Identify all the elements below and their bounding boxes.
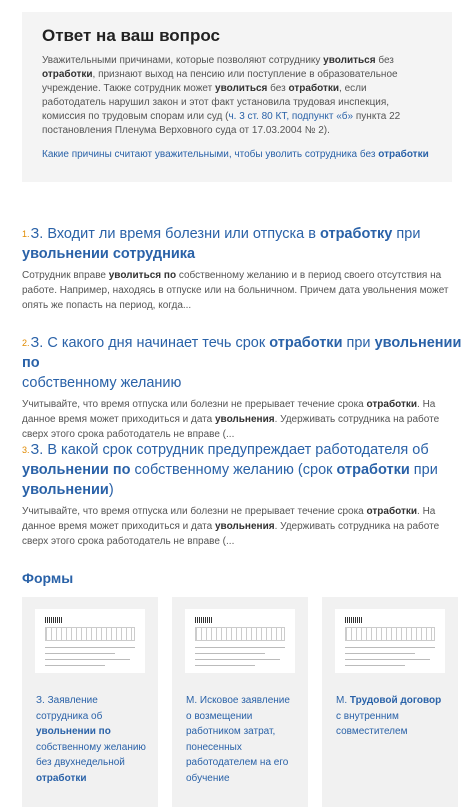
question-number: 3. <box>22 445 30 456</box>
form-card[interactable]: М. Трудовой договор с внутренним совмест… <box>322 597 458 807</box>
form-thumbnail <box>335 609 445 673</box>
question-number: 2. <box>22 338 30 349</box>
question-link[interactable]: 1.З. Входит ли время болезни или отпуска… <box>22 224 462 264</box>
answer-box: Ответ на ваш вопрос Уважительными причин… <box>22 12 452 182</box>
form-thumbnail <box>35 609 145 673</box>
question-item: 1.З. Входит ли время болезни или отпуска… <box>22 224 462 313</box>
form-card[interactable]: М. Исковое заявление о возмещении работн… <box>172 597 308 807</box>
answer-title: Ответ на ваш вопрос <box>42 26 220 45</box>
law-reference-link[interactable]: ч. 3 ст. 80 КТ, подпункт «б» <box>228 111 353 122</box>
question-snippet: Учитывайте, что время отпуска или болезн… <box>22 506 440 548</box>
form-thumbnail <box>185 609 295 673</box>
question-snippet: Учитывайте, что время отпуска или болезн… <box>22 399 440 441</box>
forms-heading: Формы <box>22 570 74 586</box>
answer-text: Уважительными причинами, которые позволя… <box>42 55 401 136</box>
form-title[interactable]: М. Исковое заявление о возмещении работн… <box>182 693 298 786</box>
question-link[interactable]: 2.З. С какого дня начинает течь срок отр… <box>22 333 462 393</box>
question-item: 2.З. С какого дня начинает течь срок отр… <box>22 333 462 442</box>
valid-reasons-link[interactable]: Какие причины считают уважительными, что… <box>42 148 432 162</box>
question-snippet: Сотрудник вправе уволиться по собственно… <box>22 270 449 312</box>
form-card[interactable]: З. Заявление сотрудника об увольнении по… <box>22 597 158 807</box>
question-link[interactable]: 3.З. В какой срок сотрудник предупреждае… <box>22 440 462 500</box>
form-title[interactable]: З. Заявление сотрудника об увольнении по… <box>32 693 148 786</box>
form-title[interactable]: М. Трудовой договор с внутренним совмест… <box>332 693 448 740</box>
question-item: 3.З. В какой срок сотрудник предупреждае… <box>22 440 462 549</box>
question-number: 1. <box>22 229 30 240</box>
